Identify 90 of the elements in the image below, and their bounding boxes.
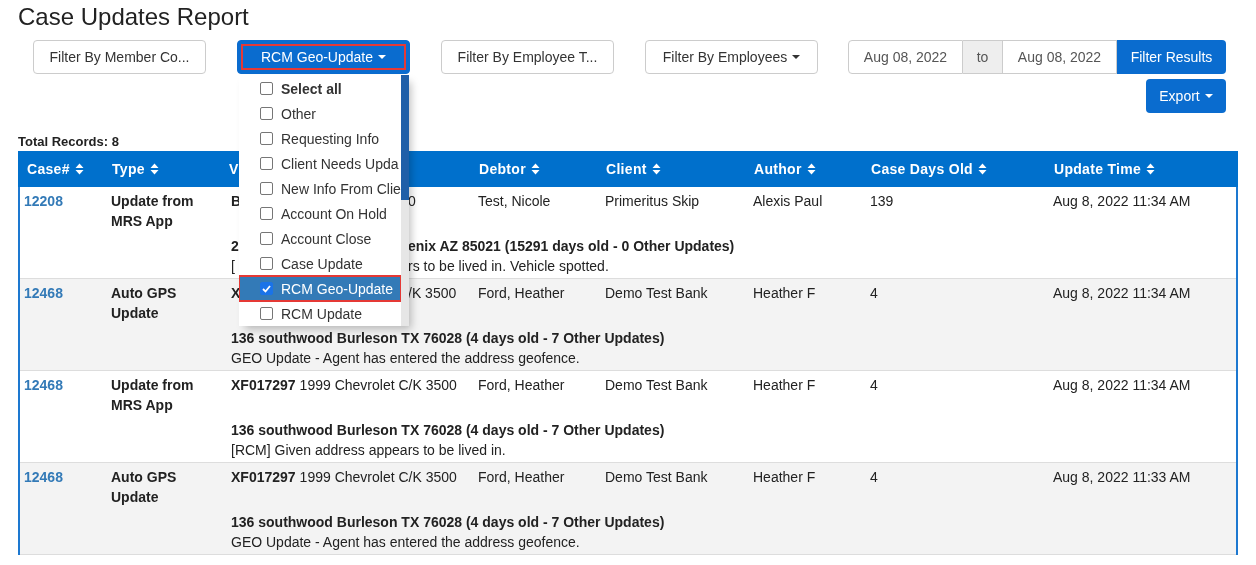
note-text: GEO Update - Agent has entered the address geofence. <box>231 533 580 552</box>
sort-icon[interactable] <box>1146 163 1156 175</box>
scrollbar[interactable] <box>400 75 409 326</box>
table-cell-text: Aug 8, 2022 11:34 AM <box>1052 192 1192 211</box>
column-header[interactable]: Case# <box>18 161 103 177</box>
checkbox[interactable] <box>260 307 273 320</box>
dropdown-option[interactable]: Account On Hold <box>239 201 401 226</box>
vehicle-text: 1999 Chevrolet C/K 3500 <box>299 376 457 395</box>
sort-icon[interactable] <box>806 163 816 175</box>
table-cell-text: Aug 8, 2022 11:33 AM <box>1052 468 1192 487</box>
table-cell-text: 4 <box>869 376 879 395</box>
caret-icon <box>1204 94 1213 98</box>
vehicle-text: XF017297 <box>231 468 296 487</box>
note-text: [ <box>231 258 235 274</box>
filter-dropdown-button[interactable]: Filter By Member Co... <box>33 40 206 74</box>
sort-icon[interactable] <box>651 163 661 175</box>
column-header[interactable]: Author <box>745 161 862 177</box>
dropdown-option[interactable]: New Info From Clie <box>239 176 401 201</box>
table-cell-text: Demo Test Bank <box>604 376 709 395</box>
table-cell-text: Test, Nicole <box>477 192 552 211</box>
vehicle-text: 0 <box>408 192 416 211</box>
column-header[interactable]: Update Time <box>1045 161 1238 177</box>
checkbox[interactable] <box>260 257 273 270</box>
range-separator: to <box>963 40 1002 74</box>
table-cell-text: Ford, Heather <box>477 376 566 395</box>
dropdown-option[interactable]: Select all <box>239 76 401 101</box>
note-text: GEO Update - Agent has entered the address geofence. <box>231 349 580 368</box>
address-text: 136 southwood Burleson TX 76028 (4 days old - 7 Other Updates) <box>231 329 665 348</box>
filter-dropdown-button[interactable]: RCM Geo-Update <box>237 40 410 74</box>
table-cell-text: Demo Test Bank <box>604 468 709 487</box>
column-header[interactable]: Client <box>597 161 745 177</box>
table-cell-text: Heather F <box>752 376 817 395</box>
table-cell-text: Aug 8, 2022 11:34 AM <box>1052 284 1192 303</box>
checkbox[interactable] <box>260 232 273 245</box>
filter-dropdown-button[interactable]: Filter By Employee T... <box>441 40 614 74</box>
table-cell-text: 4 <box>869 468 879 487</box>
checkbox[interactable] <box>260 132 273 145</box>
vehicle-text: XF017297 <box>231 376 296 395</box>
table-cell-text: Demo Test Bank <box>604 284 709 303</box>
checkbox[interactable] <box>260 107 273 120</box>
table-cell-text: Aug 8, 2022 11:34 AM <box>1052 376 1192 395</box>
sort-icon[interactable] <box>530 163 540 175</box>
sort-icon[interactable] <box>149 163 159 175</box>
table-cell-text: Primeritus Skip <box>604 192 701 211</box>
date-field[interactable]: Aug 08, 2022 <box>848 40 963 74</box>
case-link[interactable]: 12468 <box>24 377 63 393</box>
checkbox[interactable] <box>260 182 273 195</box>
case-link[interactable]: 12208 <box>24 193 63 209</box>
table-cell-text: 139 <box>869 192 895 211</box>
address-text: enix AZ 85021 (15291 days old - 0 Other Updates) <box>408 237 735 256</box>
address-text: 136 southwood Burleson TX 76028 (4 days old - 7 Other Updates) <box>231 513 665 532</box>
case-link[interactable]: 12468 <box>24 285 63 301</box>
table-cell-text: Auto GPS Update <box>110 284 178 323</box>
table-cell-text: Auto GPS Update <box>110 468 178 507</box>
sort-icon[interactable] <box>977 163 987 175</box>
table-cell-text: Heather F <box>752 284 817 303</box>
dropdown-option[interactable]: Case Update <box>239 251 401 276</box>
table-cell-text: Update from MRS App <box>110 192 195 231</box>
note-text: rs to be lived in. Vehicle spotted. <box>408 257 609 276</box>
page-title: Case Updates Report <box>17 2 250 31</box>
table-cell-text: Alexis Paul <box>752 192 824 211</box>
table-cell-text: Update from MRS App <box>110 376 195 415</box>
checkbox[interactable] <box>260 207 273 220</box>
total-records: Total Records: 8 <box>18 133 119 151</box>
vehicle-text: 1999 Chevrolet C/K 3500 <box>299 468 457 487</box>
table-cell-text: Ford, Heather <box>477 468 566 487</box>
checkbox[interactable] <box>260 82 273 95</box>
filter-results-button[interactable]: Filter Results <box>1117 40 1226 74</box>
checkbox[interactable] <box>260 157 273 170</box>
sort-icon[interactable] <box>74 163 84 175</box>
dropdown-option[interactable]: RCM Update <box>239 301 401 326</box>
dropdown-option[interactable]: Client Needs Upda <box>239 151 401 176</box>
address-text: 2 <box>231 238 239 254</box>
table-cell-text: Heather F <box>752 468 817 487</box>
column-header[interactable]: Case Days Old <box>862 161 1045 177</box>
date-field[interactable]: Aug 08, 2022 <box>1002 40 1117 74</box>
table-cell-text: 4 <box>869 284 879 303</box>
note-text: [RCM] Given address appears to be lived in. <box>231 441 506 460</box>
address-text: 136 southwood Burleson TX 76028 (4 days old - 7 Other Updates) <box>231 421 665 440</box>
case-link[interactable]: 12468 <box>24 469 63 485</box>
filter-dropdown-button[interactable]: Filter By Employees <box>645 40 818 74</box>
dropdown-option[interactable]: Account Close <box>239 226 401 251</box>
dropdown-option[interactable]: RCM Geo-Update <box>239 276 401 301</box>
column-header[interactable]: Debtor <box>470 161 597 177</box>
dropdown-option[interactable]: Other <box>239 101 401 126</box>
checkbox[interactable] <box>260 282 273 295</box>
column-header[interactable]: Type <box>103 161 225 177</box>
export-button[interactable]: Export <box>1146 79 1226 113</box>
dropdown-option[interactable]: Requesting Info <box>239 126 401 151</box>
table-cell-text: Ford, Heather <box>477 284 566 303</box>
